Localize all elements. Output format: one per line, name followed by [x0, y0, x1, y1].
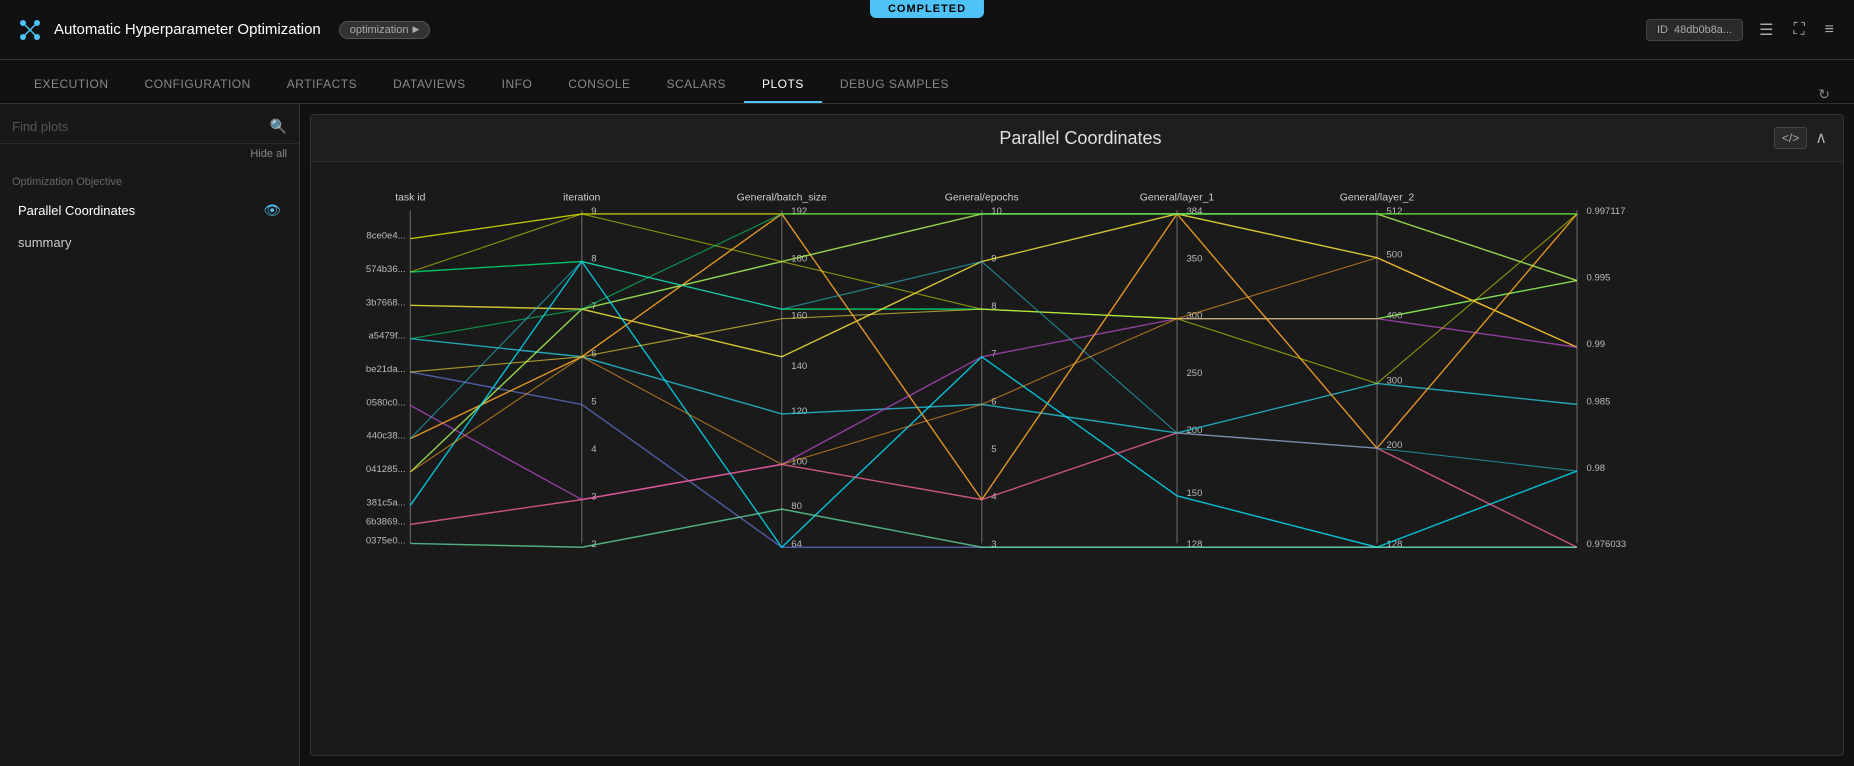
- svg-text:300: 300: [1187, 311, 1203, 322]
- main-layout: 🔍 Hide all Optimization Objective Parall…: [0, 104, 1854, 766]
- svg-text:0375e0...: 0375e0...: [366, 535, 406, 546]
- svg-text:General/layer_2: General/layer_2: [1340, 193, 1415, 204]
- collapse-button[interactable]: ∧: [1815, 128, 1827, 148]
- svg-text:0.976033: 0.976033: [1587, 539, 1627, 550]
- refresh-icon[interactable]: ↻: [1818, 86, 1838, 103]
- svg-text:4: 4: [991, 492, 997, 503]
- parallel-coordinates-chart: task id iteration General/batch_size Gen…: [331, 172, 1823, 572]
- svg-text:0.985: 0.985: [1587, 396, 1611, 407]
- svg-text:150: 150: [1187, 488, 1203, 499]
- sidebar-item-parallel-coords[interactable]: Parallel Coordinates 👁: [6, 194, 293, 227]
- svg-text:6b3869...: 6b3869...: [366, 516, 406, 527]
- svg-text:be21da...: be21da...: [366, 364, 406, 375]
- svg-text:140: 140: [791, 361, 807, 372]
- svg-text:General/batch_size: General/batch_size: [737, 193, 827, 204]
- svg-text:8ce0e4...: 8ce0e4...: [366, 231, 405, 242]
- svg-text:3: 3: [991, 539, 996, 550]
- sidebar-item-parallel-coords-label: Parallel Coordinates: [18, 203, 135, 218]
- svg-text:381c5a...: 381c5a...: [366, 497, 405, 508]
- svg-text:General/layer_1: General/layer_1: [1140, 193, 1215, 204]
- sidebar-item-summary[interactable]: summary: [6, 227, 293, 258]
- plot-area: Parallel Coordinates </> ∧: [300, 104, 1854, 766]
- tab-scalars[interactable]: SCALARS: [648, 67, 744, 103]
- tag-arrow-icon: ▶: [412, 24, 419, 35]
- id-badge: ID 48db0b8a...: [1646, 19, 1743, 41]
- svg-text:64: 64: [791, 539, 802, 550]
- svg-text:500: 500: [1387, 250, 1403, 261]
- menu-button[interactable]: ≡: [1821, 17, 1838, 43]
- svg-text:512: 512: [1387, 206, 1403, 217]
- plot-header: Parallel Coordinates </> ∧: [311, 115, 1843, 162]
- svg-text:250: 250: [1187, 368, 1203, 379]
- svg-text:192: 192: [791, 206, 807, 217]
- svg-text:iteration: iteration: [563, 193, 600, 204]
- svg-text:5: 5: [991, 444, 996, 455]
- svg-text:0.995: 0.995: [1587, 273, 1611, 284]
- svg-text:440c38...: 440c38...: [366, 431, 405, 442]
- svg-text:3b7668...: 3b7668...: [366, 297, 406, 308]
- svg-text:120: 120: [791, 406, 807, 417]
- tab-debug-samples[interactable]: DEBUG SAMPLES: [822, 67, 967, 103]
- svg-text:350: 350: [1187, 254, 1203, 265]
- svg-text:a5479f...: a5479f...: [369, 331, 406, 342]
- svg-text:384: 384: [1187, 206, 1204, 217]
- header-logo: Automatic Hyperparameter Optimization op…: [16, 16, 1646, 44]
- tab-info[interactable]: INFO: [484, 67, 551, 103]
- nav-tabs: EXECUTION CONFIGURATION ARTIFACTS DATAVI…: [0, 60, 1854, 104]
- sidebar-item-summary-label: summary: [18, 235, 71, 250]
- svg-text:128: 128: [1187, 539, 1203, 550]
- svg-text:160: 160: [791, 311, 807, 322]
- search-bar: 🔍: [0, 104, 299, 144]
- svg-text:9: 9: [591, 206, 596, 217]
- tag-label: optimization: [350, 24, 409, 36]
- svg-text:5: 5: [591, 396, 596, 407]
- id-label: ID: [1657, 24, 1668, 36]
- plot-title: Parallel Coordinates: [387, 128, 1774, 149]
- tab-plots[interactable]: PLOTS: [744, 67, 822, 103]
- tag-badge[interactable]: optimization ▶: [339, 21, 431, 39]
- svg-text:0580c0...: 0580c0...: [366, 397, 405, 408]
- svg-text:General/epochs: General/epochs: [945, 193, 1019, 204]
- tab-configuration[interactable]: CONFIGURATION: [127, 67, 269, 103]
- svg-text:4: 4: [591, 444, 597, 455]
- sidebar-section-optimization: Optimization Objective: [0, 166, 299, 194]
- svg-text:041285...: 041285...: [366, 464, 406, 475]
- id-value: 48db0b8a...: [1674, 24, 1732, 36]
- hide-all-button[interactable]: Hide all: [250, 148, 287, 160]
- svg-text:10: 10: [991, 206, 1002, 217]
- app-logo-icon: [16, 16, 44, 44]
- hide-all-row: Hide all: [0, 144, 299, 166]
- svg-text:0.98: 0.98: [1587, 463, 1606, 474]
- svg-text:8: 8: [591, 254, 596, 265]
- plot-container: Parallel Coordinates </> ∧: [310, 114, 1844, 756]
- search-input[interactable]: [12, 119, 262, 134]
- header-actions: ID 48db0b8a... ☰ ⛶ ≡: [1646, 16, 1838, 44]
- svg-text:0.997117: 0.997117: [1587, 206, 1626, 217]
- svg-text:0.99: 0.99: [1587, 339, 1606, 350]
- tab-artifacts[interactable]: ARTIFACTS: [269, 67, 375, 103]
- visibility-icon[interactable]: 👁: [263, 202, 281, 219]
- svg-text:task id: task id: [395, 193, 425, 204]
- tab-console[interactable]: CONSOLE: [550, 67, 648, 103]
- svg-text:574b36...: 574b36...: [366, 264, 406, 275]
- search-icon[interactable]: 🔍: [270, 118, 287, 135]
- status-badge: COMPLETED: [870, 0, 984, 18]
- plot-header-actions: </> ∧: [1774, 127, 1827, 149]
- tab-dataviews[interactable]: DATAVIEWS: [375, 67, 484, 103]
- notes-button[interactable]: ☰: [1755, 16, 1777, 44]
- parallel-coords-area: task id iteration General/batch_size Gen…: [311, 162, 1843, 742]
- fullscreen-button[interactable]: ⛶: [1789, 17, 1808, 43]
- sidebar: 🔍 Hide all Optimization Objective Parall…: [0, 104, 300, 766]
- code-button[interactable]: </>: [1774, 127, 1807, 149]
- page-title: Automatic Hyperparameter Optimization: [54, 21, 321, 38]
- svg-text:80: 80: [791, 501, 802, 512]
- tab-execution[interactable]: EXECUTION: [16, 67, 127, 103]
